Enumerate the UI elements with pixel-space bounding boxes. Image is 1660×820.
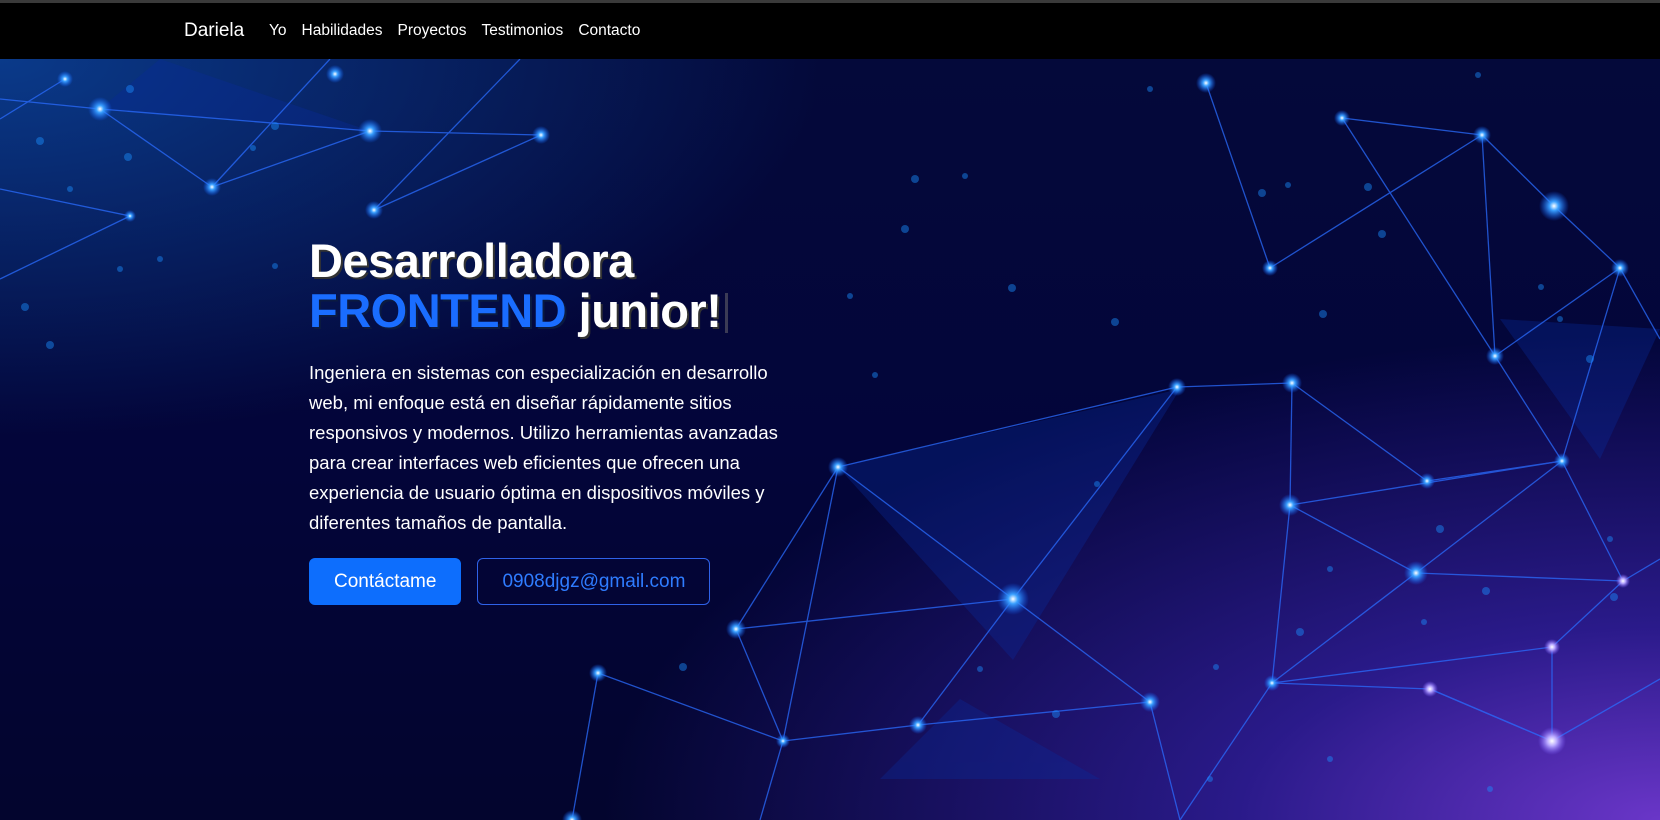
hero-buttons: Contáctame 0908djgz@gmail.com [309,558,789,605]
hero-title-accent: FRONTEND [309,284,567,337]
typing-caret [725,293,729,333]
hero-section: Desarrolladora FRONTEND junior! Ingenier… [0,59,1660,820]
nav-link-contacto[interactable]: Contacto [578,22,640,40]
network-background [0,59,1660,820]
brand-logo[interactable]: Dariela [184,20,244,42]
contact-button[interactable]: Contáctame [309,558,462,605]
navbar: Dariela Yo Habilidades Proyectos Testimo… [0,3,1660,59]
hero-content: Desarrolladora FRONTEND junior! Ingenier… [309,236,789,605]
hero-title-rest: junior! [578,284,722,337]
nav-link-testimonios[interactable]: Testimonios [481,22,563,40]
email-button[interactable]: 0908djgz@gmail.com [477,558,711,605]
nav-link-proyectos[interactable]: Proyectos [398,22,467,40]
nav-links: Yo Habilidades Proyectos Testimonios Con… [269,22,655,40]
hero-title: Desarrolladora FRONTEND junior! [309,236,789,336]
nav-link-yo[interactable]: Yo [269,22,287,40]
nav-link-habilidades[interactable]: Habilidades [302,22,383,40]
hero-title-line1: Desarrolladora [309,234,634,287]
hero-description: Ingeniera en sistemas con especializació… [309,362,778,533]
